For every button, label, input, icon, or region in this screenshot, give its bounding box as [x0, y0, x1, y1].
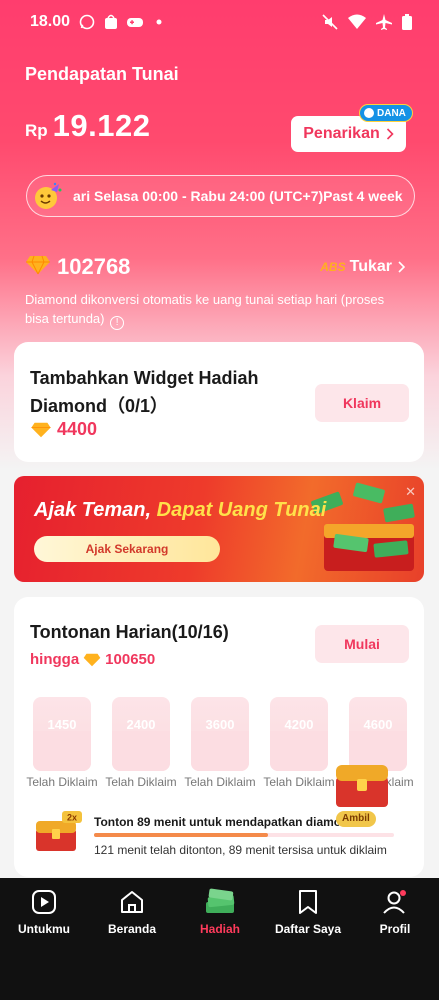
reward-amount: 4200	[284, 717, 314, 732]
reward-status: Telah Diklaim	[26, 775, 98, 789]
whatsapp-icon	[78, 13, 96, 31]
red-envelope-icon	[191, 697, 249, 771]
progress-text: Tonton 89 menit untuk mendapatkan diamon…	[94, 815, 356, 829]
diamond-icon	[31, 422, 51, 437]
daily-watch-card: Tontonan Harian(10/16) hingga 100650 Mul…	[14, 597, 424, 877]
reward-amount: 1450	[47, 717, 77, 732]
chevron-right-icon	[398, 261, 405, 273]
claim-button[interactable]: Klaim	[315, 384, 409, 422]
reward-amount: 4600	[363, 717, 393, 732]
progress-subtext: 121 menit telah ditonton, 89 menit tersi…	[94, 843, 387, 857]
start-button[interactable]: Mulai	[315, 625, 409, 663]
invite-banner[interactable]: Ajak Teman, Dapat Uang Tunai Ajak Sekara…	[14, 476, 424, 582]
exchange-badge: ABS	[320, 260, 346, 274]
cash-currency: Rp	[25, 121, 48, 140]
widget-task-title: Tambahkan Widget Hadiah Diamond（0/1）	[30, 368, 259, 416]
dot-icon	[150, 13, 168, 31]
status-time: 18.00	[30, 13, 71, 30]
widget-task-card: Tambahkan Widget Hadiah Diamond（0/1） 440…	[14, 342, 424, 462]
nav-label: Hadiah	[199, 922, 240, 936]
play-icon	[0, 888, 88, 916]
reward-item[interactable]: 3600 Telah Diklaim	[180, 697, 260, 789]
daily-sub-prefix: hingga	[30, 651, 80, 668]
diamond-balance: 102768	[25, 254, 130, 280]
svg-text:2x: 2x	[67, 813, 77, 823]
gamepad-icon	[126, 13, 144, 31]
diamond-icon	[25, 255, 51, 280]
dana-logo-icon	[364, 108, 374, 118]
diamond-note-text: Diamond dikonversi otomatis ke uang tuna…	[25, 292, 385, 326]
period-marquee[interactable]: ari Selasa 00:00 - Rabu 24:00 (UTC+7)Pas…	[26, 175, 415, 217]
nav-item-daftar-saya[interactable]: Daftar Saya	[264, 888, 352, 936]
nav-label: Daftar Saya	[274, 922, 342, 936]
wifi-icon	[347, 13, 367, 36]
cash-amount: Rp 19.122	[25, 108, 151, 144]
watch-progress: 2x Tonton 89 menit untuk mendapatkan dia…	[14, 765, 424, 873]
red-envelope-icon	[33, 697, 91, 771]
banner-title-part2: Dapat Uang Tunai	[156, 499, 327, 521]
cash-value: 19.122	[52, 108, 151, 143]
status-bar: 18.00	[0, 0, 439, 44]
red-envelope-icon	[270, 697, 328, 771]
red-envelope-icon	[112, 697, 170, 771]
mute-icon	[321, 13, 339, 36]
chevron-right-icon	[386, 128, 394, 140]
home-icon	[88, 888, 176, 916]
widget-task-reward-value: 4400	[57, 419, 98, 439]
invite-now-button[interactable]: Ajak Sekarang	[34, 536, 220, 562]
money-chest-illustration	[311, 482, 415, 571]
exchange-button[interactable]: ABS Tukar	[320, 258, 405, 276]
treasure-chest-icon	[336, 765, 388, 807]
close-icon[interactable]: ✕	[405, 484, 416, 500]
reward-status: Telah Diklaim	[105, 775, 177, 789]
money-stack-icon	[176, 888, 264, 916]
reward-status: Telah Diklaim	[184, 775, 256, 789]
bottom-nav: Untukmu Beranda Hadiah Daftar Saya Profi…	[0, 878, 439, 1000]
treasure-chest-icon: 2x	[36, 811, 82, 851]
reward-item[interactable]: 4200 Telah Diklaim	[259, 697, 339, 789]
banner-title: Ajak Teman, Dapat Uang Tunai	[34, 499, 326, 522]
party-emoji-icon	[33, 181, 63, 211]
diamond-icon	[83, 653, 101, 666]
nav-item-beranda[interactable]: Beranda	[88, 888, 176, 936]
claim-chest-badge[interactable]: Ambil	[336, 811, 376, 827]
bookmark-icon	[264, 888, 352, 916]
nav-item-hadiah[interactable]: Hadiah	[176, 888, 264, 936]
exchange-label: Tukar	[349, 258, 392, 275]
cash-title: Pendapatan Tunai	[25, 64, 179, 84]
profile-icon	[351, 888, 439, 916]
reward-item[interactable]: 2400 Telah Diklaim	[101, 697, 181, 789]
diamond-note: Diamond dikonversi otomatis ke uang tuna…	[25, 290, 405, 330]
dana-badge: DANA	[359, 104, 413, 122]
widget-task-reward: 4400	[30, 419, 97, 440]
withdraw-label: Penarikan	[303, 125, 380, 142]
nav-item-untukmu[interactable]: Untukmu	[0, 888, 88, 936]
reward-amount: 3600	[205, 717, 235, 732]
shopee-icon	[102, 13, 120, 31]
nav-item-profil[interactable]: Profil	[351, 888, 439, 936]
daily-title: Tontonan Harian(10/16)	[30, 622, 229, 642]
progress-fill	[94, 833, 268, 837]
battery-icon	[401, 13, 413, 36]
progress-bar	[94, 833, 394, 837]
period-text: ari Selasa 00:00 - Rabu 24:00 (UTC+7)Pas…	[73, 188, 403, 204]
nav-label: Profil	[379, 922, 411, 936]
dana-badge-label: DANA	[377, 107, 406, 119]
info-icon[interactable]: !	[110, 316, 125, 330]
diamond-count: 102768	[57, 254, 131, 279]
airplane-icon	[375, 13, 393, 36]
nav-label: Beranda	[107, 922, 157, 936]
daily-subtitle: hingga 100650	[30, 651, 155, 668]
daily-sub-value: 100650	[105, 651, 156, 668]
reward-item[interactable]: 1450 Telah Diklaim	[22, 697, 102, 789]
reward-status: Telah Diklaim	[263, 775, 335, 789]
nav-label: Untukmu	[18, 922, 70, 936]
reward-amount: 2400	[126, 717, 156, 732]
banner-title-part1: Ajak Teman,	[34, 499, 152, 521]
